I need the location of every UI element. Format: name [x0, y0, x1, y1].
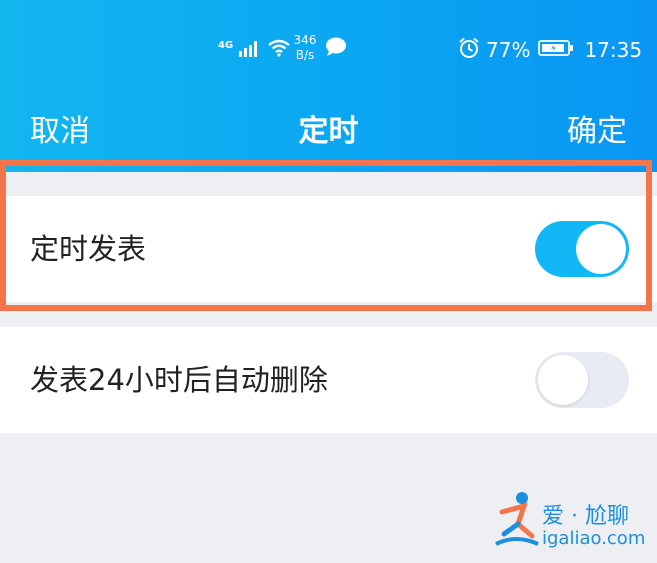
- network-type: 4G: [218, 40, 234, 51]
- net-speed: 346 B/s: [290, 33, 320, 63]
- setting-label: 发表24小时后自动删除: [30, 363, 328, 397]
- clock: 17:35: [584, 38, 643, 62]
- message-bubble-icon: [325, 37, 347, 61]
- watermark: 爱 · 尬聊 igaliao.com: [494, 490, 652, 552]
- watermark-url: igaliao.com: [542, 528, 646, 549]
- page-title: 定时: [298, 114, 359, 149]
- auto-delete-toggle[interactable]: [535, 352, 629, 408]
- toggle-knob: [538, 355, 588, 405]
- battery-icon: [538, 38, 574, 62]
- net-speed-unit: B/s: [295, 48, 315, 62]
- setting-row-scheduled-post[interactable]: 定时发表: [0, 196, 657, 302]
- alarm-icon: [458, 37, 480, 64]
- runner-logo-icon: [494, 490, 540, 554]
- header: 4G 346 B/s 77% 17:35 取消 定时 确定: [0, 0, 657, 172]
- network-status: 4G: [218, 36, 291, 64]
- signal-icon: [239, 39, 261, 61]
- scheduled-post-toggle[interactable]: [535, 221, 629, 277]
- confirm-button[interactable]: 确定: [567, 106, 627, 150]
- battery-percent: 77%: [486, 38, 531, 62]
- system-status: 77% 17:35: [458, 36, 642, 64]
- setting-row-auto-delete[interactable]: 发表24小时后自动删除: [0, 327, 657, 433]
- net-speed-value: 346: [293, 33, 317, 47]
- nav-bar: 取消 定时 确定: [0, 96, 657, 156]
- wifi-icon: [267, 39, 291, 61]
- watermark-title: 爱 · 尬聊: [542, 504, 629, 529]
- status-bar: 4G 346 B/s 77% 17:35: [0, 0, 657, 96]
- toggle-knob: [576, 224, 626, 274]
- setting-label: 定时发表: [30, 232, 147, 266]
